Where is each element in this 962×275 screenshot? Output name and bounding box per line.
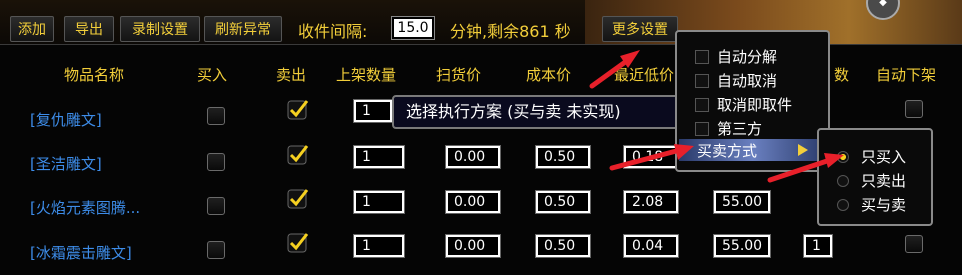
addon-window: ◆ 添加 导出 录制设置 刷新异常 收件间隔: 15.0 分钟,剩余861 秒 … bbox=[0, 0, 962, 275]
annotation-arrows bbox=[589, 50, 844, 183]
arrow-to-buy-only-icon bbox=[767, 157, 833, 183]
arrow-to-trade-mode-icon bbox=[609, 147, 683, 171]
arrow-to-more-settings-icon bbox=[589, 57, 631, 89]
